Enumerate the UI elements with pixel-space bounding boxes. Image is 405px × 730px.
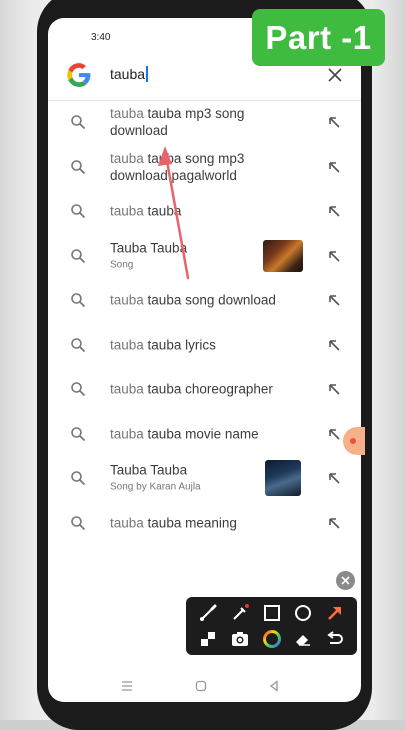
arrow-icon[interactable] (325, 603, 345, 623)
undo-icon[interactable] (325, 629, 345, 649)
suggestion-rest: tauba choreographer (143, 381, 273, 397)
search-query-text: tauba (110, 66, 146, 82)
suggestion-text: tauba tauba choreographer (110, 381, 295, 398)
suggestion-title: Tauba Tauba (110, 462, 188, 478)
arrow-up-left-icon[interactable] (327, 115, 341, 129)
suggestion-rest: tauba meaning (143, 515, 237, 531)
suggestion-text: tauba tauba mp3 song download (110, 105, 295, 139)
suggestion-item[interactable]: tauba tauba (48, 189, 361, 234)
eraser-icon[interactable] (293, 629, 313, 649)
search-icon (71, 382, 86, 397)
search-icon (71, 115, 86, 130)
google-icon (67, 63, 91, 87)
brush-icon[interactable] (198, 603, 218, 623)
status-time: 3:40 (91, 32, 111, 43)
home-icon[interactable] (194, 679, 208, 693)
suggestion-item[interactable]: tauba tauba choreographer (48, 367, 361, 412)
arrow-up-left-icon[interactable] (327, 516, 341, 530)
arrow-up-left-icon[interactable] (327, 382, 341, 396)
arrow-up-left-icon[interactable] (327, 293, 341, 307)
suggestion-text: tauba tauba movie name (110, 425, 295, 442)
suggestion-item[interactable]: Tauba Tauba Song by Karan Aujla (48, 456, 361, 501)
suggestion-title: Tauba Tauba (110, 240, 188, 256)
arrow-up-left-icon[interactable] (327, 204, 341, 218)
suggestion-rest: tauba song download (143, 292, 276, 308)
song-thumbnail (265, 460, 301, 497)
suggestion-lead: tauba (110, 150, 144, 166)
search-icon (71, 426, 86, 441)
suggestion-item[interactable]: tauba tauba meaning (48, 501, 361, 546)
search-icon (71, 293, 86, 308)
search-icon (71, 515, 86, 530)
laser-pen-icon[interactable] (230, 603, 250, 623)
color-wheel-icon[interactable] (262, 629, 282, 649)
back-icon[interactable] (267, 679, 281, 693)
annotation-toolbar (186, 597, 357, 655)
arrow-up-left-icon[interactable] (327, 160, 341, 174)
search-icon (71, 248, 86, 263)
suggestion-item[interactable]: tauba tauba lyrics (48, 323, 361, 368)
suggestion-item[interactable]: tauba tauba song download (48, 278, 361, 323)
suggestion-item[interactable]: tauba tauba mp3 song download (48, 100, 361, 145)
suggestion-rest: tauba (143, 203, 182, 219)
navigation-bar (48, 670, 361, 702)
search-icon (71, 204, 86, 219)
camera-icon[interactable] (230, 629, 250, 649)
suggestion-rest: tauba lyrics (143, 337, 216, 353)
arrow-up-left-icon[interactable] (327, 427, 341, 441)
search-icon (71, 471, 86, 486)
menu-icon[interactable] (120, 679, 134, 693)
close-icon[interactable] (336, 571, 355, 590)
search-icon (71, 337, 86, 352)
suggestion-text: tauba tauba lyrics (110, 336, 295, 353)
close-icon[interactable] (327, 67, 343, 83)
rectangle-icon[interactable] (262, 603, 282, 623)
suggestion-lead: tauba (110, 426, 144, 442)
suggestion-lead: tauba (110, 515, 144, 531)
arrow-up-left-icon[interactable] (327, 249, 341, 263)
mosaic-icon[interactable] (198, 629, 218, 649)
suggestion-list: tauba tauba mp3 song download tauba taub… (48, 100, 361, 545)
suggestion-text: tauba tauba meaning (110, 514, 295, 531)
suggestion-item[interactable]: tauba tauba song mp3 download pagalworld (48, 145, 361, 190)
suggestion-text: tauba tauba song download (110, 292, 295, 309)
suggestion-text: tauba tauba song mp3 download pagalworld (110, 150, 295, 184)
suggestion-lead: tauba (110, 292, 144, 308)
suggestion-lead: tauba (110, 203, 144, 219)
suggestion-lead: tauba (110, 337, 144, 353)
floating-bubble[interactable] (343, 427, 365, 455)
song-thumbnail (263, 239, 303, 272)
search-input[interactable]: tauba (110, 66, 148, 82)
text-caret (146, 66, 148, 82)
arrow-up-left-icon[interactable] (327, 338, 341, 352)
suggestion-item[interactable]: tauba tauba movie name (48, 412, 361, 457)
suggestion-rest: tauba movie name (143, 426, 259, 442)
bubble-dot (350, 438, 356, 444)
suggestion-lead: tauba (110, 106, 144, 122)
suggestion-lead: tauba (110, 381, 144, 397)
circle-icon[interactable] (293, 603, 313, 623)
suggestion-item[interactable]: Tauba Tauba Song (48, 234, 361, 279)
part-badge: Part -1 (252, 9, 385, 66)
search-icon (71, 159, 86, 174)
arrow-up-left-icon[interactable] (327, 471, 341, 485)
suggestion-text: tauba tauba (110, 203, 295, 220)
